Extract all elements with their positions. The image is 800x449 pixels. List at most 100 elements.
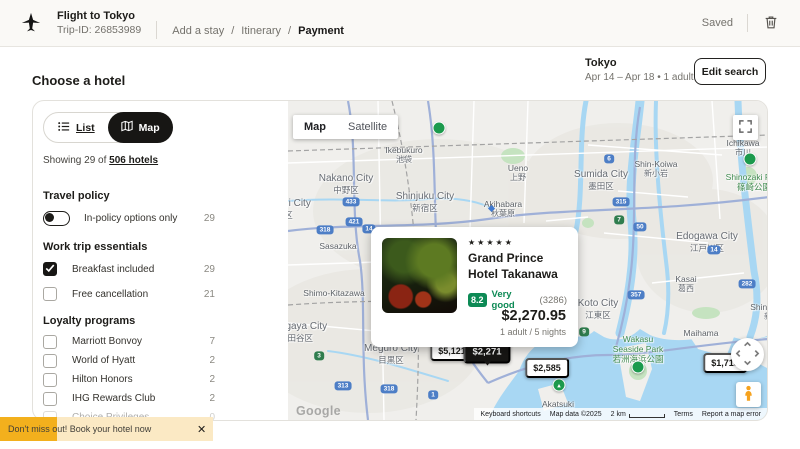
- hotel-card[interactable]: ★★★★★ Grand Prince Hotel Takanawa 8.2 Ve…: [371, 227, 578, 347]
- filter-row-marriott: Marriott Bonvoy 7: [43, 333, 215, 350]
- price-pin[interactable]: $2,585: [525, 358, 569, 378]
- filter-row-ihg: IHG Rewards Club 2: [43, 390, 215, 407]
- breadcrumb-separator: /: [231, 25, 234, 37]
- breadcrumb-add-a-stay[interactable]: Add a stay: [172, 25, 224, 37]
- hotel-map[interactable]: Ikebukuro池袋 Nakano City中野区 Shinjuku City…: [288, 101, 767, 420]
- saved-status: Saved: [702, 17, 733, 29]
- list-view-button[interactable]: List: [44, 121, 109, 135]
- scale-bar: [629, 414, 665, 418]
- travel-policy-title: Travel policy: [43, 190, 288, 202]
- page-title: Choose a hotel: [32, 73, 125, 88]
- hotel-info: ★★★★★ Grand Prince Hotel Takanawa 8.2 Ve…: [468, 238, 567, 311]
- results-count-link[interactable]: 506 hotels: [109, 155, 158, 166]
- ihg-checkbox[interactable]: [43, 392, 57, 406]
- pan-control[interactable]: [731, 338, 764, 371]
- pan-arrows-icon: [734, 340, 761, 370]
- free-cancellation-checkbox[interactable]: [43, 287, 57, 301]
- marriott-label: Marriott Bonvoy: [72, 336, 209, 347]
- star-rating: ★★★★★: [468, 238, 567, 247]
- map-type-map[interactable]: Map: [293, 121, 337, 133]
- pegman-icon: [739, 384, 758, 406]
- breakfast-count: 29: [204, 264, 215, 275]
- map-scale: 2 km: [611, 411, 665, 418]
- park-marker: [744, 153, 757, 166]
- trip-title: Flight to Tokyo: [57, 10, 141, 22]
- breakfast-label: Breakfast included: [72, 264, 204, 275]
- trash-icon: [763, 18, 779, 33]
- topbar-divider: [747, 14, 748, 32]
- fullscreen-button[interactable]: [733, 115, 758, 140]
- google-logo: Google: [296, 404, 341, 418]
- work-trip-title: Work trip essentials: [43, 241, 288, 253]
- loyalty-title: Loyalty programs: [43, 315, 288, 327]
- hilton-checkbox[interactable]: [43, 373, 57, 387]
- hilton-count: 2: [209, 374, 215, 385]
- park-marker: [632, 361, 645, 374]
- toggle-knob: [45, 213, 54, 222]
- breadcrumb-payment[interactable]: Payment: [298, 25, 344, 37]
- hotel-price: $2,270.95: [500, 308, 566, 324]
- filters-sidebar: List Map Showing 29 of 506 hotels Travel…: [33, 101, 288, 420]
- hyatt-label: World of Hyatt: [72, 355, 209, 366]
- hyatt-count: 2: [209, 355, 215, 366]
- hotel-price-block: $2,270.95 1 adult / 5 nights: [500, 308, 566, 337]
- promo-banner: Don't miss out! Book your hotel now ✕: [0, 417, 213, 441]
- marriott-checkbox[interactable]: [43, 335, 57, 349]
- hotel-name: Grand Prince Hotel Takanawa: [468, 251, 576, 282]
- hyatt-checkbox[interactable]: [43, 354, 57, 368]
- terms-link[interactable]: Terms: [674, 411, 693, 418]
- edit-search-button[interactable]: Edit search: [694, 58, 766, 85]
- map-type-satellite[interactable]: Satellite: [337, 121, 398, 133]
- check-icon: [45, 260, 55, 278]
- date-summary: Apr 14 – Apr 18 • 1 adult: [585, 72, 694, 83]
- list-view-label: List: [76, 122, 95, 134]
- promo-close-button[interactable]: ✕: [191, 417, 209, 441]
- topbar: Flight to Tokyo Trip-ID: 26853989 Add a …: [0, 0, 800, 47]
- breadcrumb-itinerary[interactable]: Itinerary: [241, 25, 281, 37]
- fullscreen-icon: [738, 119, 753, 137]
- keyboard-shortcuts-link[interactable]: Keyboard shortcuts: [480, 411, 540, 418]
- delete-trip-button[interactable]: [762, 14, 780, 32]
- breakfast-checkbox[interactable]: [43, 262, 57, 276]
- ihg-count: 2: [209, 393, 215, 404]
- map-view-label: Map: [139, 122, 160, 134]
- filter-row-hilton: Hilton Honors 2: [43, 371, 215, 388]
- airplane-icon: [20, 12, 42, 34]
- in-policy-label: In-policy options only: [84, 213, 204, 224]
- breadcrumb: Add a stay / Itinerary / Payment: [172, 25, 344, 37]
- rating-score-badge: 8.2: [468, 293, 487, 307]
- list-icon: [58, 121, 70, 135]
- map-data-label: Map data ©2025: [550, 411, 602, 418]
- eco-deal-marker[interactable]: ▴: [553, 379, 566, 392]
- hilton-label: Hilton Honors: [72, 374, 209, 385]
- hotel-photo: [382, 238, 457, 313]
- trip-meta: Flight to Tokyo Trip-ID: 26853989: [57, 10, 141, 36]
- filter-row-free-cancellation: Free cancellation 21: [43, 285, 215, 303]
- free-cancellation-label: Free cancellation: [72, 289, 204, 300]
- park-marker: [433, 122, 446, 135]
- view-toggle: List Map: [43, 112, 173, 143]
- map-view-button[interactable]: Map: [108, 112, 173, 143]
- topbar-divider: [156, 21, 157, 39]
- content-panel: List Map Showing 29 of 506 hotels Travel…: [32, 100, 768, 421]
- trip-id: Trip-ID: 26853989: [57, 24, 141, 36]
- results-summary: Showing 29 of 506 hotels: [43, 155, 288, 166]
- breadcrumb-separator: /: [288, 25, 291, 37]
- promo-text: Don't miss out! Book your hotel now: [0, 417, 213, 441]
- results-prefix: Showing 29 of: [43, 155, 109, 166]
- review-count: (3286): [540, 295, 567, 306]
- report-map-error-link[interactable]: Report a map error: [702, 411, 761, 418]
- hotel-price-caption: 1 adult / 5 nights: [500, 327, 566, 337]
- free-cancellation-count: 21: [204, 289, 215, 300]
- map-attribution: Keyboard shortcuts Map data ©2025 2 km T…: [474, 408, 767, 420]
- map-icon: [121, 120, 133, 135]
- scale-label: 2 km: [611, 411, 626, 418]
- filter-row-hyatt: World of Hyatt 2: [43, 352, 215, 369]
- map-type-control: Map Satellite: [293, 115, 398, 139]
- in-policy-count: 29: [204, 213, 215, 224]
- destination: Tokyo: [585, 57, 694, 69]
- ihg-label: IHG Rewards Club: [72, 393, 209, 404]
- in-policy-toggle[interactable]: [43, 211, 70, 226]
- marriott-count: 7: [209, 336, 215, 347]
- street-view-pegman[interactable]: [736, 382, 761, 407]
